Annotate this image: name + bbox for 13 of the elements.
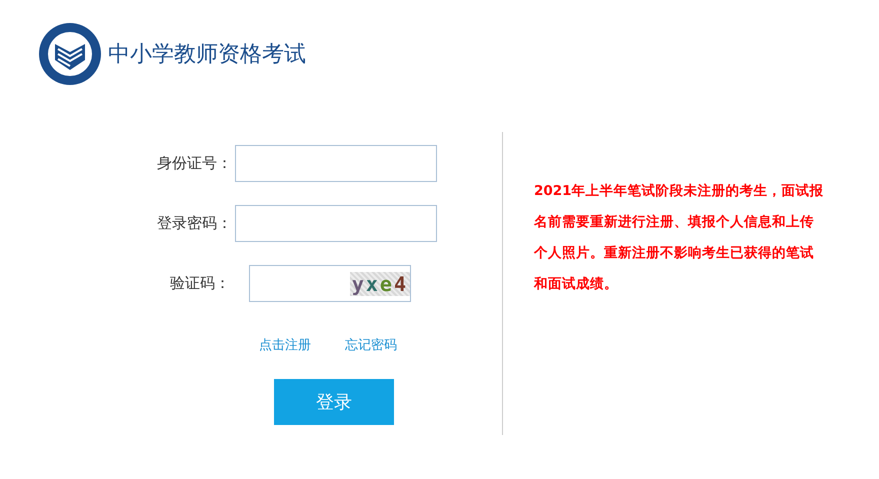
input-field[interactable] [235, 144, 437, 182]
notice-text: 2021年上半年笔试阶段未注册的考生，面试报名前需要重新进行注册、填报个人信息和上传个人照片。重新注册不影响考生已获得的笔试和面试成绩。 [534, 182, 824, 294]
field-label: 登录密码： [156, 214, 232, 232]
field-label: 身份证号： [156, 154, 232, 172]
field-label: 验证码： [169, 274, 230, 293]
captcha-code[interactable]: yxe4 [350, 272, 410, 296]
site-title: 中小学教师资格考试 [108, 41, 306, 69]
input-field[interactable]: yxe4 [249, 265, 411, 302]
login-button[interactable]: 登录 [274, 379, 394, 425]
text-link[interactable]: 点击注册 [259, 336, 311, 354]
text-link[interactable]: 忘记密码 [345, 336, 397, 354]
input-field[interactable] [235, 204, 437, 242]
logo-icon [38, 22, 102, 86]
